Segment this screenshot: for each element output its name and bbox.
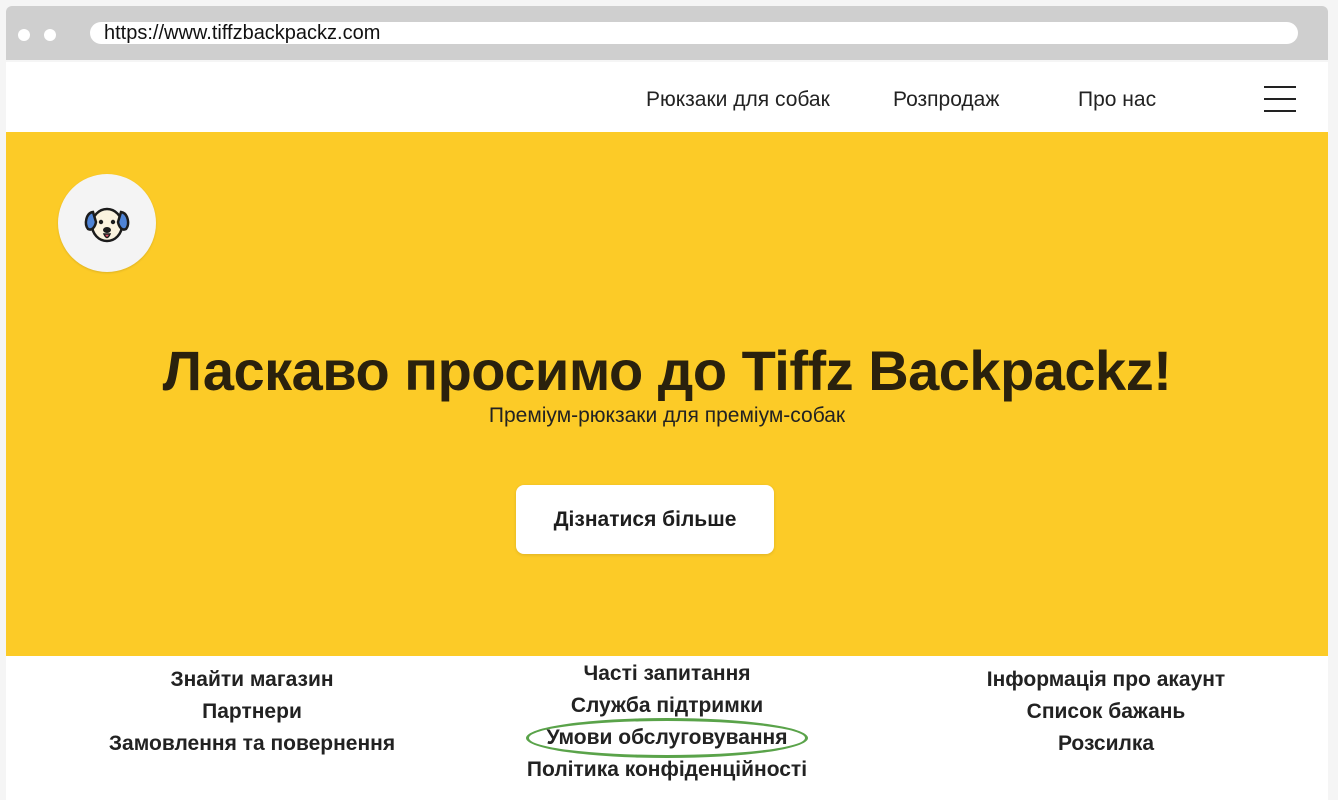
website: Рюкзаки для собак Розпродаж Про нас Ласк… — [6, 62, 1328, 800]
footer-link-partners[interactable]: Партнери — [92, 696, 412, 728]
footer-link-find-store[interactable]: Знайти магазин — [92, 664, 412, 696]
footer-link-faq[interactable]: Часті запитання — [506, 658, 828, 690]
footer-link-terms-of-service[interactable]: Умови обслуговування — [506, 722, 828, 754]
site-logo[interactable] — [58, 174, 156, 272]
window-control-dot[interactable] — [44, 29, 56, 41]
footer-column-help: Часті запитання Служба підтримки Умови о… — [506, 658, 828, 786]
window-control-dot[interactable] — [18, 29, 30, 41]
footer-link-privacy-policy[interactable]: Політика конфіденційності — [506, 754, 828, 786]
hero-banner: Ласкаво просимо до Tiffz Backpackz! Прем… — [6, 132, 1328, 656]
footer-link-newsletter[interactable]: Розсилка — [946, 728, 1266, 760]
dog-face-icon — [84, 207, 130, 243]
hamburger-menu-icon[interactable] — [1264, 84, 1296, 114]
top-navigation: Рюкзаки для собак Розпродаж Про нас — [6, 62, 1328, 132]
footer-link-support[interactable]: Служба підтримки — [506, 690, 828, 722]
footer-column-account: Інформація про акаунт Список бажань Розс… — [946, 664, 1266, 760]
nav-link-dog-backpacks[interactable]: Рюкзаки для собак — [646, 88, 830, 112]
nav-link-about[interactable]: Про нас — [1078, 88, 1156, 112]
footer-link-orders-returns[interactable]: Замовлення та повернення — [92, 728, 412, 760]
browser-toolbar: https://www.tiffzbackpackz.com — [6, 6, 1328, 60]
hero-title: Ласкаво просимо до Tiffz Backpackz! — [162, 339, 1172, 402]
footer-link-account-info[interactable]: Інформація про акаунт — [946, 664, 1266, 696]
nav-link-sale[interactable]: Розпродаж — [893, 88, 999, 112]
learn-more-button[interactable]: Дізнатися більше — [516, 485, 774, 554]
footer-column-stores: Знайти магазин Партнери Замовлення та по… — [92, 664, 412, 760]
address-bar[interactable]: https://www.tiffzbackpackz.com — [90, 22, 1298, 44]
footer-link-wishlist[interactable]: Список бажань — [946, 696, 1266, 728]
hero-subtitle: Преміум-рюкзаки для преміум-собак — [488, 404, 846, 427]
